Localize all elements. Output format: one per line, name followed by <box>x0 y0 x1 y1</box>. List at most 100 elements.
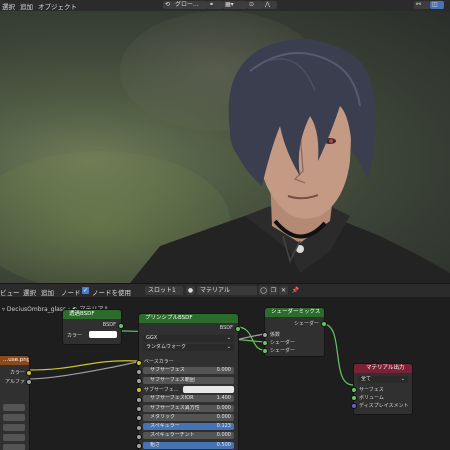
slider-value: 0.000 <box>216 413 231 420</box>
input-surface-label: サーフェス <box>359 387 384 393</box>
input-socket[interactable] <box>136 406 142 412</box>
value-slider[interactable]: スペキュラー 0.123 <box>143 423 234 431</box>
slider-value: 0.000 <box>216 367 231 374</box>
input-volume-socket[interactable] <box>351 395 357 401</box>
subsurface-method-value: ランダムウォーク <box>146 344 187 350</box>
menu-select[interactable]: 選択 <box>2 1 15 11</box>
pivot-icon[interactable]: ⚭ <box>207 1 223 9</box>
texture-setting-field[interactable] <box>3 414 25 421</box>
input-label: サブサーフェ... <box>144 386 179 393</box>
node-editor-canvas[interactable]: ▿ DeciusOmbra_glass › ◐ マテリアル ...use.png… <box>0 297 450 450</box>
output-shader-label: シェーダー <box>293 321 319 327</box>
output-alpha-socket[interactable] <box>26 379 32 385</box>
texture-setting-field[interactable] <box>3 424 25 431</box>
texture-setting-field[interactable] <box>3 404 25 411</box>
chevron-down-icon: ⌄ <box>226 335 231 341</box>
output-bsdf-socket[interactable] <box>235 326 241 332</box>
image-texture-node[interactable]: ...use.png カラー アルファ <box>0 355 32 450</box>
breadcrumb-object[interactable]: DeciusOmbra_glass <box>7 306 66 313</box>
value-slider[interactable]: スペキュラーチント 0.000 <box>143 432 234 440</box>
input-socket[interactable] <box>136 378 142 385</box>
input-displacement-label: ディスプレイスメント <box>359 403 409 409</box>
input-color-label: カラー <box>67 333 83 339</box>
texture-setting-field[interactable] <box>3 434 25 441</box>
output-color-socket[interactable] <box>26 370 32 376</box>
menu-object[interactable]: オブジェクト <box>38 1 77 11</box>
input-socket[interactable] <box>136 387 142 394</box>
slider-label: 粗さ <box>150 441 161 448</box>
mix-shader-node[interactable]: シェーダーミックス シェーダー 係数 シェーダー シェーダー <box>262 307 327 357</box>
value-slider[interactable]: メタリック 0.000 <box>143 413 234 421</box>
slider-value: 0.123 <box>216 423 231 430</box>
menu-view[interactable]: ビュー <box>0 287 20 297</box>
input-label: ベースカラー <box>144 359 174 365</box>
link-icon[interactable]: ⚯ <box>414 1 430 9</box>
transparent-bsdf-title: 透過BSDF <box>63 310 121 319</box>
falloff-icon[interactable]: ⋀ <box>263 1 277 9</box>
color-swatch[interactable] <box>183 385 234 393</box>
proportional-edit-icon[interactable]: ⊙ <box>247 1 263 9</box>
input-shader-socket[interactable] <box>262 348 268 354</box>
input-socket[interactable] <box>136 359 142 366</box>
input-socket[interactable] <box>136 415 142 422</box>
value-slider[interactable]: サブサーフェス 0.000 <box>143 367 234 375</box>
input-socket[interactable] <box>136 424 142 431</box>
texture-setting-field[interactable] <box>3 444 25 450</box>
transparent-bsdf-node[interactable]: 透過BSDF BSDF カラー <box>62 309 124 345</box>
duplicate-icon[interactable]: ❐ <box>269 286 278 295</box>
slider-value: 1.400 <box>216 395 231 402</box>
overlay-icon[interactable]: ◫ <box>430 1 444 9</box>
value-slider[interactable]: 粗さ 0.500 <box>143 441 234 449</box>
3d-viewport[interactable] <box>0 11 450 283</box>
input-socket[interactable] <box>136 396 142 403</box>
chevron-down-icon: ⌄ <box>226 344 231 350</box>
target-value: 全て <box>361 376 372 382</box>
transform-orientation-dropdown[interactable]: グロー... <box>173 1 207 9</box>
unlink-icon[interactable]: ✕ <box>279 286 288 295</box>
slider-value: 0.500 <box>216 441 231 448</box>
input-shader-socket[interactable] <box>262 340 268 346</box>
slider-label: サブサーフェスIOR <box>150 395 194 402</box>
distribution-dropdown[interactable]: GGX ⌄ <box>143 335 234 342</box>
menu-add[interactable]: 追加 <box>20 1 33 11</box>
input-surface-socket[interactable] <box>351 387 357 393</box>
slider-label: サブサーフェス <box>150 367 185 374</box>
menu-select[interactable]: 選択 <box>23 287 36 297</box>
input-shader-label: シェーダー <box>270 340 296 346</box>
output-shader-socket[interactable] <box>321 321 327 327</box>
input-socket[interactable] <box>136 443 142 450</box>
material-name-field[interactable]: マテリアル <box>197 286 257 295</box>
input-volume-label: ボリューム <box>359 395 384 401</box>
use-nodes-checkbox[interactable]: ✓ <box>82 287 89 294</box>
use-nodes-label: ノードを使用 <box>92 289 131 297</box>
menu-add[interactable]: 追加 <box>41 287 54 297</box>
principled-bsdf-node[interactable]: プリンシプルBSDF BSDF GGX ⌄ ランダムウォーク ⌄ ベースカラー サブサ… <box>136 313 241 450</box>
output-bsdf-label: BSDF <box>102 322 116 328</box>
slider-value: 0.000 <box>216 404 231 411</box>
fake-user-icon[interactable]: ◯ <box>259 286 268 295</box>
value-slider[interactable]: サブサーフェスIOR 1.400 <box>143 395 234 403</box>
mix-shader-title: シェーダーミックス <box>265 308 324 317</box>
input-displacement-socket[interactable] <box>351 403 357 409</box>
material-output-node[interactable]: マテリアル出力 全て ⌄ サーフェス ボリューム ディスプレイスメント <box>351 363 413 415</box>
slider-label: スペキュラーチント <box>150 432 195 439</box>
character-render <box>130 39 450 283</box>
node-editor-header: ビュー 選択 追加 ノード ✓ ノードを使用 スロット1 ● マテリアル ◯ ❐… <box>0 283 450 298</box>
output-bsdf-socket[interactable] <box>118 323 124 329</box>
color-swatch[interactable] <box>89 331 117 338</box>
target-dropdown[interactable]: 全て ⌄ <box>358 376 408 383</box>
value-slider[interactable]: サブサーフェス範囲 <box>143 376 234 384</box>
material-browse-icon[interactable]: ● <box>186 286 195 295</box>
principled-bsdf-title: プリンシプルBSDF <box>139 314 238 323</box>
subsurface-method-dropdown[interactable]: ランダムウォーク ⌄ <box>143 344 234 351</box>
menu-node[interactable]: ノード <box>61 287 81 297</box>
input-socket[interactable] <box>136 433 142 440</box>
input-socket[interactable] <box>136 368 142 375</box>
input-fac-socket[interactable] <box>262 332 268 338</box>
snap-toggle[interactable]: ▦▾ <box>223 1 247 9</box>
pin-icon[interactable]: 📌 <box>291 286 300 295</box>
value-slider[interactable]: サブサーフェス異方性 0.000 <box>143 404 234 412</box>
distribution-value: GGX <box>146 335 158 341</box>
input-shader-label: シェーダー <box>270 348 296 354</box>
slot-dropdown[interactable]: スロット1 <box>145 286 183 295</box>
